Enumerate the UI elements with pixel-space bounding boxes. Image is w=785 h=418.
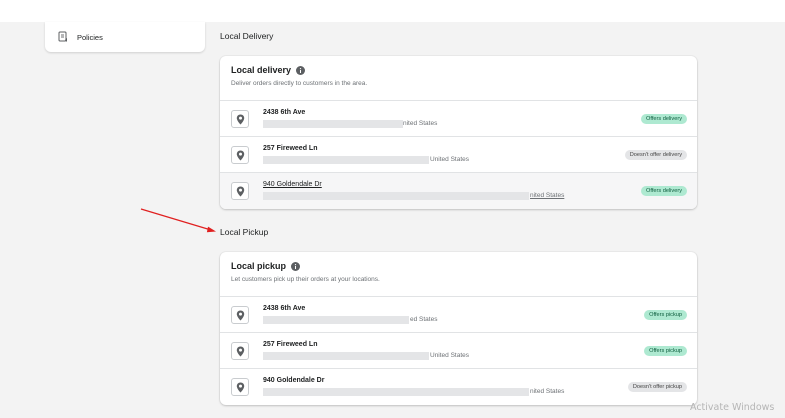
location-country: United States [430, 352, 470, 359]
location-address-link[interactable]: 940 Goldendale Dr [263, 181, 322, 188]
card-title-text: Local delivery [231, 65, 292, 75]
info-circle-icon[interactable] [296, 65, 306, 75]
status-badge: Offers delivery [641, 114, 687, 124]
location-row[interactable]: 2438 6th Ave nited States Offers deliver… [220, 101, 697, 137]
location-address: 257 Fireweed Ln [263, 341, 318, 348]
card-subtitle: Let customers pick up their orders at yo… [231, 276, 380, 283]
status-badge: Doesn't offer delivery [624, 150, 687, 160]
location-pin-icon [231, 110, 249, 128]
card-title: Local delivery [231, 65, 686, 75]
location-row[interactable]: 940 Goldendale Dr nited States Doesn't o… [220, 369, 697, 405]
location-address: 2438 6th Ave [263, 305, 306, 312]
card-subtitle: Deliver orders directly to customers in … [231, 80, 368, 87]
location-pin-icon [231, 146, 249, 164]
location-row[interactable]: 940 Goldendale Dr nited States Offers de… [220, 173, 697, 209]
location-pin-icon [231, 378, 249, 396]
location-address: 2438 6th Ave [263, 109, 306, 116]
policies-document-icon [57, 31, 69, 43]
info-circle-icon[interactable] [291, 261, 301, 271]
redacted-address [263, 388, 529, 396]
location-country: ed States [410, 316, 438, 323]
location-country: nited States [530, 388, 565, 395]
location-address: 940 Goldendale Dr [263, 377, 325, 384]
redacted-address [263, 156, 429, 164]
location-country: nited States [403, 120, 438, 127]
redacted-address [263, 120, 403, 128]
location-row[interactable]: 2438 6th Ave ed States Offers pickup [220, 297, 697, 333]
local-pickup-card: Local pickup Let customers pick up their… [220, 252, 697, 405]
top-bar [0, 0, 785, 22]
card-title: Local pickup [231, 261, 686, 271]
card-header: Local pickup Let customers pick up their… [220, 252, 697, 297]
location-pin-icon [231, 306, 249, 324]
location-country[interactable]: nited States [530, 192, 564, 200]
redacted-address [263, 316, 409, 324]
location-row[interactable]: 257 Fireweed Ln United States Offers pic… [220, 333, 697, 369]
local-delivery-card: Local delivery Deliver orders directly t… [220, 56, 697, 209]
location-row[interactable]: 257 Fireweed Ln United States Doesn't of… [220, 137, 697, 173]
redacted-address [263, 352, 429, 360]
location-pin-icon [231, 182, 249, 200]
section-title-local-pickup: Local Pickup [220, 227, 269, 237]
redacted-address [263, 192, 529, 200]
section-title-local-delivery: Local Delivery [220, 31, 274, 41]
nav-item-label: Policies [77, 32, 103, 42]
status-badge: Offers pickup [644, 346, 687, 356]
status-badge: Doesn't offer pickup [627, 382, 687, 392]
location-country: United States [430, 156, 470, 163]
card-header: Local delivery Deliver orders directly t… [220, 56, 697, 101]
windows-activation-watermark: Activate Windows [690, 402, 775, 413]
location-address: 257 Fireweed Ln [263, 145, 318, 152]
nav-item-policies[interactable]: Policies [45, 22, 205, 52]
status-badge: Offers pickup [644, 310, 687, 320]
card-title-text: Local pickup [231, 261, 287, 271]
location-pin-icon [231, 342, 249, 360]
status-badge: Offers delivery [641, 186, 687, 196]
